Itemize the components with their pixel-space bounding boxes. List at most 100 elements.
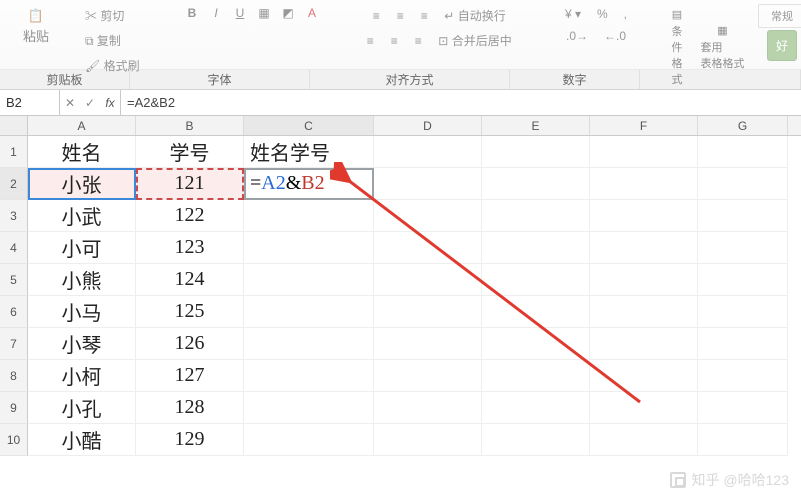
currency-button[interactable]: ¥ ▾ [560, 4, 586, 24]
cell-G2[interactable] [698, 168, 788, 200]
copy-button[interactable]: ⧉ 复制 [80, 29, 126, 52]
bold-button[interactable]: B [183, 4, 201, 22]
cell-B6[interactable]: 125 [136, 296, 244, 328]
cell-C3[interactable] [244, 200, 374, 232]
fx-button[interactable]: fx [100, 96, 120, 110]
row-header[interactable]: 10 [0, 424, 28, 456]
cell-D1[interactable] [374, 136, 482, 168]
cell-E5[interactable] [482, 264, 590, 296]
cell-D6[interactable] [374, 296, 482, 328]
cell-B7[interactable]: 126 [136, 328, 244, 360]
cell-A5[interactable]: 小熊 [28, 264, 136, 296]
cell-E7[interactable] [482, 328, 590, 360]
cell-F1[interactable] [590, 136, 698, 168]
col-header-E[interactable]: E [482, 116, 590, 135]
cell-B5[interactable]: 124 [136, 264, 244, 296]
cell-A2[interactable]: 小张 [28, 168, 136, 200]
cell-A9[interactable]: 小孔 [28, 392, 136, 424]
cell-G7[interactable] [698, 328, 788, 360]
cell-E9[interactable] [482, 392, 590, 424]
cancel-formula-button[interactable]: ✕ [60, 96, 80, 110]
cell-D3[interactable] [374, 200, 482, 232]
cell-B1[interactable]: 学号 [136, 136, 244, 168]
accept-formula-button[interactable]: ✓ [80, 96, 100, 110]
row-header[interactable]: 2 [0, 168, 28, 200]
cell-F7[interactable] [590, 328, 698, 360]
cell-C8[interactable] [244, 360, 374, 392]
merge-center-button[interactable]: ⊡ 合并后居中 [433, 29, 516, 52]
cell-B10[interactable]: 129 [136, 424, 244, 456]
cell-A6[interactable]: 小马 [28, 296, 136, 328]
cell-C2[interactable]: =A2&B2 [244, 168, 374, 200]
cell-C6[interactable] [244, 296, 374, 328]
cell-F10[interactable] [590, 424, 698, 456]
cell-A1[interactable]: 姓名 [28, 136, 136, 168]
cut-button[interactable]: ✂ 剪切 [80, 4, 129, 27]
cell-F4[interactable] [590, 232, 698, 264]
select-all-corner[interactable] [0, 116, 28, 135]
row-header[interactable]: 1 [0, 136, 28, 168]
style-normal[interactable]: 常规 [758, 4, 801, 28]
italic-button[interactable]: I [207, 4, 225, 22]
percent-button[interactable]: % [592, 4, 613, 24]
paste-button[interactable]: 📋粘贴 [17, 4, 55, 49]
cell-D7[interactable] [374, 328, 482, 360]
underline-button[interactable]: U [231, 4, 249, 22]
cell-E2[interactable] [482, 168, 590, 200]
cell-F2[interactable] [590, 168, 698, 200]
cell-A4[interactable]: 小可 [28, 232, 136, 264]
cell-F9[interactable] [590, 392, 698, 424]
col-header-G[interactable]: G [698, 116, 788, 135]
col-header-A[interactable]: A [28, 116, 136, 135]
cell-A10[interactable]: 小酷 [28, 424, 136, 456]
cell-E6[interactable] [482, 296, 590, 328]
cell-D4[interactable] [374, 232, 482, 264]
row-header[interactable]: 7 [0, 328, 28, 360]
align-center-button[interactable]: ≡ [385, 32, 403, 50]
align-left-button[interactable]: ≡ [361, 32, 379, 50]
cell-C9[interactable] [244, 392, 374, 424]
wrap-text-button[interactable]: ↵ 自动换行 [439, 4, 510, 27]
align-right-button[interactable]: ≡ [409, 32, 427, 50]
col-header-D[interactable]: D [374, 116, 482, 135]
cell-G8[interactable] [698, 360, 788, 392]
table-format-button[interactable]: ▦套用 表格格式 [695, 20, 751, 75]
cell-F5[interactable] [590, 264, 698, 296]
row-header[interactable]: 3 [0, 200, 28, 232]
align-top-button[interactable]: ≡ [367, 7, 385, 25]
row-header[interactable]: 8 [0, 360, 28, 392]
cell-E10[interactable] [482, 424, 590, 456]
cell-G1[interactable] [698, 136, 788, 168]
cell-C4[interactable] [244, 232, 374, 264]
conditional-format-button[interactable]: ▤条件格式 [666, 4, 689, 91]
align-bottom-button[interactable]: ≡ [415, 7, 433, 25]
cell-E3[interactable] [482, 200, 590, 232]
cell-D10[interactable] [374, 424, 482, 456]
fill-color-button[interactable]: ◩ [279, 4, 297, 22]
cell-E4[interactable] [482, 232, 590, 264]
cell-F6[interactable] [590, 296, 698, 328]
font-color-button[interactable]: A [303, 4, 321, 22]
increase-decimal-button[interactable]: .0→ [561, 26, 593, 46]
row-header[interactable]: 6 [0, 296, 28, 328]
cell-G5[interactable] [698, 264, 788, 296]
cell-C5[interactable] [244, 264, 374, 296]
format-painter-button[interactable]: 🖌 格式刷 [80, 54, 145, 77]
cell-B8[interactable]: 127 [136, 360, 244, 392]
cell-G3[interactable] [698, 200, 788, 232]
cell-B3[interactable]: 122 [136, 200, 244, 232]
row-header[interactable]: 4 [0, 232, 28, 264]
comma-button[interactable]: , [619, 4, 632, 24]
col-header-F[interactable]: F [590, 116, 698, 135]
cell-G4[interactable] [698, 232, 788, 264]
cell-B2[interactable]: 121 [136, 168, 244, 200]
cell-E8[interactable] [482, 360, 590, 392]
cell-D9[interactable] [374, 392, 482, 424]
formula-input[interactable]: =A2&B2 [121, 90, 801, 115]
cell-F8[interactable] [590, 360, 698, 392]
cell-F3[interactable] [590, 200, 698, 232]
cell-A3[interactable]: 小武 [28, 200, 136, 232]
cell-G10[interactable] [698, 424, 788, 456]
decrease-decimal-button[interactable]: ←.0 [599, 26, 631, 46]
style-good[interactable]: 好 [767, 30, 797, 61]
